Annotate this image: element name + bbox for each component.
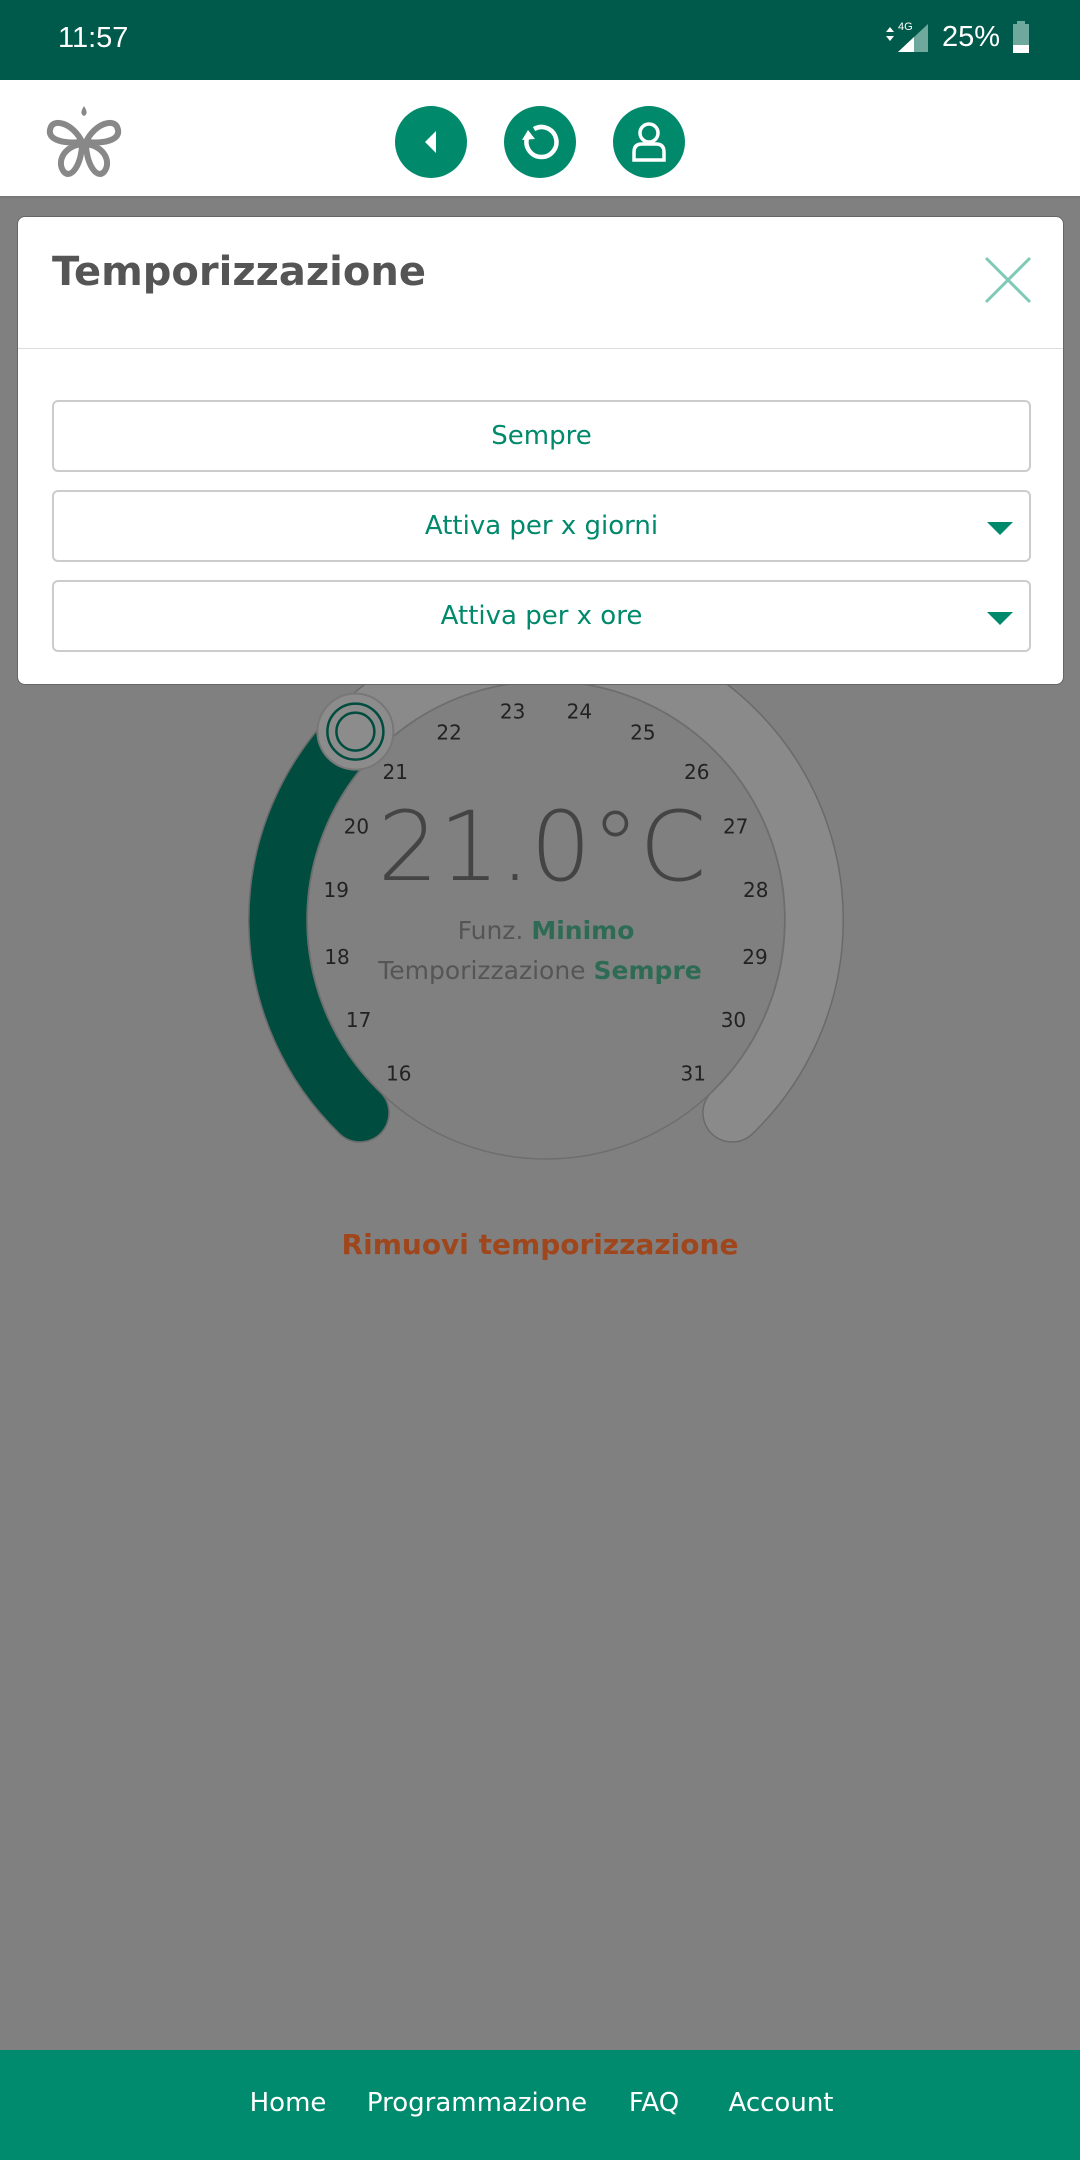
scale-label: 26 xyxy=(684,760,709,784)
mode-value: Minimo xyxy=(531,916,634,945)
scale-label: 21 xyxy=(382,760,407,784)
option-sempre[interactable]: Sempre xyxy=(52,400,1031,472)
scale-label: 31 xyxy=(681,1062,706,1086)
modal-divider xyxy=(18,348,1063,349)
nav-home[interactable]: Home xyxy=(250,2088,327,2118)
scale-label: 22 xyxy=(436,720,461,744)
timer-modal: Temporizzazione Sempre Attiva per x gior… xyxy=(17,216,1064,685)
timer-label: Temporizzazione xyxy=(377,956,585,985)
scale-label: 28 xyxy=(743,878,768,902)
scale-label: 23 xyxy=(500,700,525,724)
back-button[interactable] xyxy=(395,106,467,178)
account-button[interactable] xyxy=(613,106,685,178)
timer-line: Temporizzazione Sempre xyxy=(377,956,701,985)
back-triangle-icon xyxy=(425,131,436,153)
scale-label: 16 xyxy=(386,1062,411,1086)
scale-label: 25 xyxy=(630,720,655,744)
remove-timer-button[interactable]: Rimuovi temporizzazione xyxy=(0,1228,1080,1261)
scale-label: 18 xyxy=(324,945,349,969)
option-hours-dropdown[interactable]: Attiva per x ore xyxy=(52,580,1031,652)
refresh-icon xyxy=(522,124,559,160)
scale-label: 29 xyxy=(742,945,767,969)
butterfly-logo xyxy=(46,106,122,177)
scale-label: 20 xyxy=(344,814,369,838)
nav-faq[interactable]: FAQ xyxy=(629,2088,679,2118)
thermostat-dial[interactable]: 21.0°C Funz. Minimo Temporizzazione Semp… xyxy=(0,600,1080,1200)
signal-icon: 4G xyxy=(885,21,928,52)
scale-label: 30 xyxy=(721,1008,746,1032)
option-days-dropdown[interactable]: Attiva per x giorni xyxy=(52,490,1031,562)
scale-label: 19 xyxy=(324,878,349,902)
user-icon xyxy=(632,122,666,162)
network-type: 4G xyxy=(898,21,913,33)
battery-icon xyxy=(1013,21,1029,53)
close-icon[interactable] xyxy=(983,255,1033,305)
app-header xyxy=(0,80,1080,198)
refresh-button[interactable] xyxy=(504,106,576,178)
nav-programmazione[interactable]: Programmazione xyxy=(367,2088,587,2118)
dial-active-arc xyxy=(249,703,389,1142)
temperature-readout: 21.0°C xyxy=(378,791,707,903)
option-label: Attiva per x giorni xyxy=(424,511,659,541)
mode-label: Funz. xyxy=(458,916,524,945)
scale-label: 24 xyxy=(567,700,592,724)
option-label: Attiva per x ore xyxy=(440,601,643,631)
timer-value: Sempre xyxy=(594,956,702,985)
scale-label: 27 xyxy=(723,814,748,838)
scale-label: 17 xyxy=(346,1008,371,1032)
status-bar: 11:57 4G 25% xyxy=(0,0,1080,80)
caret-down-icon xyxy=(987,612,1013,625)
modal-title: Temporizzazione xyxy=(52,249,426,295)
dial-knob-handle[interactable] xyxy=(316,692,395,771)
bottom-nav: Home Programmazione FAQ Account xyxy=(0,2050,1080,2160)
option-label: Sempre xyxy=(491,421,592,451)
caret-down-icon xyxy=(987,522,1013,535)
mode-line: Funz. Minimo xyxy=(458,916,635,945)
nav-account[interactable]: Account xyxy=(729,2088,834,2118)
battery-percent: 25% xyxy=(941,20,1000,53)
status-time: 11:57 xyxy=(58,22,129,54)
